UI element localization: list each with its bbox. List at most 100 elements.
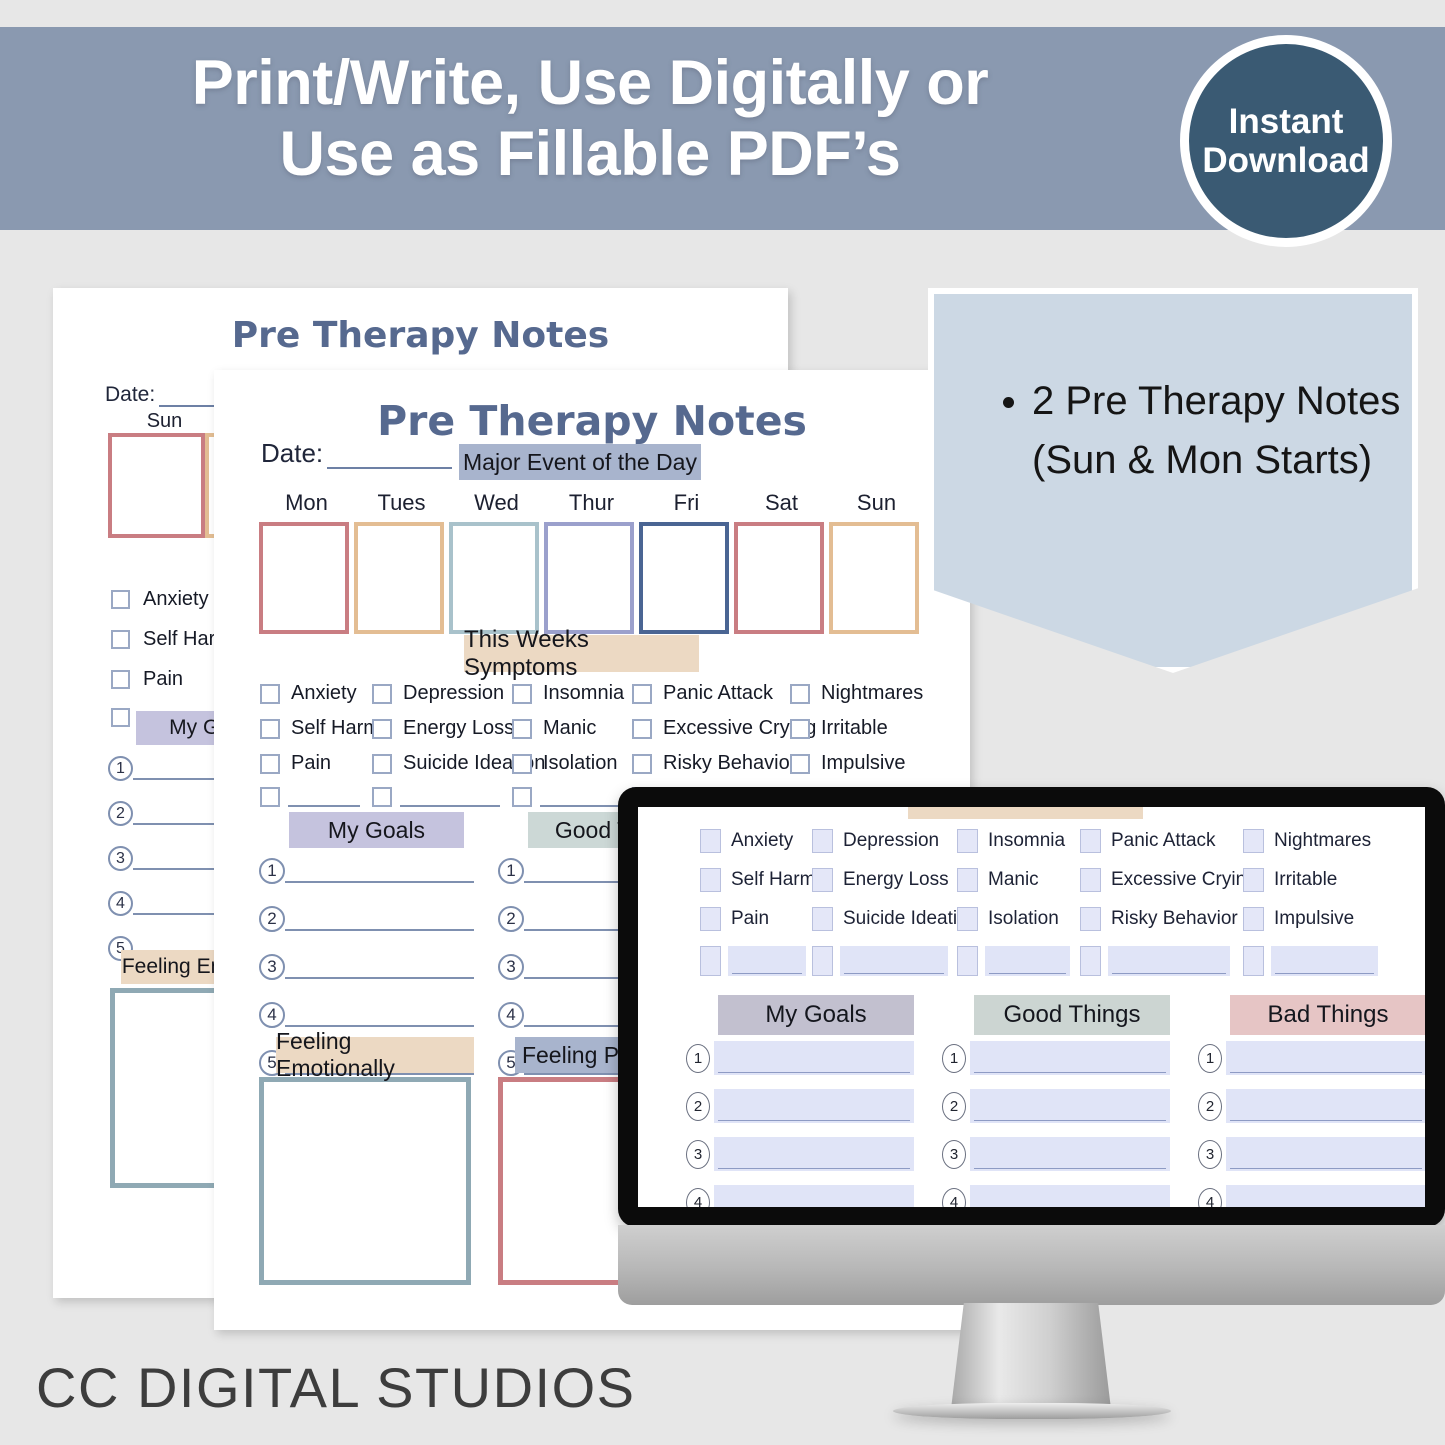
checkbox-row-write-in[interactable] [260,787,372,807]
checkbox-row[interactable]: Impulsive [1243,907,1393,931]
checkbox[interactable] [1243,907,1264,931]
checkbox[interactable] [812,907,833,931]
checkbox[interactable] [512,683,532,704]
checkbox[interactable] [260,787,280,807]
checkbox[interactable] [1080,829,1101,853]
checkbox[interactable] [812,946,833,976]
list-input-field[interactable] [714,1041,914,1075]
checkbox-row-write-in[interactable] [372,787,512,807]
checkbox[interactable] [1243,946,1264,976]
checkbox-row[interactable]: Anxiety [700,829,812,853]
checkbox-row-write-in[interactable] [812,946,957,976]
checkbox-row[interactable]: Anxiety [260,682,372,705]
day-box-wed[interactable] [449,522,539,634]
checkbox-row[interactable]: Excessive Crying [632,717,816,740]
checkbox[interactable] [512,787,532,807]
list-input-line[interactable] [285,859,474,883]
checkbox[interactable] [957,907,978,931]
checkbox-row[interactable]: Manic [512,717,632,740]
list-input-field[interactable] [970,1185,1170,1207]
list-input-field[interactable] [1226,1185,1425,1207]
list-item[interactable]: 3 [686,1137,914,1171]
list-item[interactable]: 4 [686,1185,914,1207]
day-box-sun[interactable] [829,522,919,634]
checkbox-row-write-in[interactable] [1080,946,1243,976]
list-input-field[interactable] [714,1185,914,1207]
list-input-field[interactable] [970,1041,1170,1075]
list-input-line[interactable] [285,955,474,979]
checkbox[interactable] [1243,829,1264,853]
write-in-field[interactable] [728,946,806,976]
checkbox[interactable] [1080,907,1101,931]
checkbox[interactable] [632,753,652,774]
checkbox-row[interactable]: Pain [700,907,812,931]
checkbox[interactable] [790,683,810,704]
list-item[interactable]: 2 [259,906,474,932]
checkbox-row[interactable]: Risky Behavior [632,752,796,775]
list-input-field[interactable] [714,1089,914,1123]
list-item[interactable]: 4 [1198,1185,1425,1207]
list-input-field[interactable] [970,1137,1170,1171]
list-item[interactable]: 3 [1198,1137,1425,1171]
list-item[interactable]: 2 [942,1089,1170,1123]
checkbox[interactable] [1080,946,1101,976]
checkbox-row[interactable]: Isolation [957,907,1080,931]
list-input-field[interactable] [970,1089,1170,1123]
checkbox[interactable] [812,868,833,892]
checkbox-row[interactable]: Nightmares [1243,829,1393,853]
checkbox[interactable] [812,829,833,853]
checkbox[interactable] [111,590,130,609]
feeling-emotionally-box[interactable] [259,1077,471,1285]
day-box-sun[interactable] [108,433,205,538]
day-box-sat[interactable] [734,522,824,634]
list-input-field[interactable] [1226,1089,1425,1123]
checkbox[interactable] [957,868,978,892]
day-box-mon[interactable] [259,522,349,634]
checkbox-row[interactable]: Panic Attack [632,682,790,705]
list-input-field[interactable] [1226,1041,1425,1075]
checkbox-row[interactable]: Insomnia [957,829,1080,853]
checkbox-row[interactable]: Panic Attack [1080,829,1243,853]
checkbox-row[interactable]: Irritable [1243,868,1393,892]
checkbox-row[interactable]: Suicide Ideation [372,752,545,775]
checkbox-row[interactable]: Self Harm [700,868,815,892]
list-input-line[interactable] [285,907,474,931]
checkbox-row[interactable]: Self Harm [260,717,380,740]
checkbox-row[interactable]: Depression [372,682,512,705]
checkbox-row[interactable]: Excessive Crying [1080,868,1257,892]
checkbox-row[interactable]: Suicide Ideation [812,907,978,931]
checkbox-row[interactable]: Energy Loss [812,868,957,892]
checkbox[interactable] [260,718,280,739]
checkbox[interactable] [260,753,280,774]
checkbox[interactable] [1080,868,1101,892]
list-item[interactable]: 3 [259,954,474,980]
checkbox[interactable] [372,787,392,807]
checkbox-row[interactable]: Pain [260,752,372,775]
date-input-line[interactable] [327,445,453,469]
list-item[interactable]: 1 [259,858,474,884]
checkbox[interactable] [632,718,652,739]
write-in-field[interactable] [840,946,948,976]
list-input-field[interactable] [1226,1137,1425,1171]
write-in-line[interactable] [288,787,360,807]
checkbox[interactable] [1243,868,1264,892]
list-item[interactable]: 1 [686,1041,914,1075]
checkbox-row[interactable]: Risky Behavior [1080,907,1243,931]
list-input-line[interactable] [285,1003,474,1027]
checkbox-row[interactable]: Isolation [512,752,632,775]
checkbox[interactable] [512,753,532,774]
checkbox[interactable] [111,630,130,649]
write-in-line[interactable] [400,787,500,807]
checkbox[interactable] [260,683,280,704]
checkbox-row[interactable]: Energy Loss [372,717,514,740]
checkbox-row-write-in[interactable] [957,946,1080,976]
checkbox[interactable] [700,946,721,976]
checkbox[interactable] [700,907,721,931]
list-item[interactable]: 1 [1198,1041,1425,1075]
checkbox-row[interactable]: Insomnia [512,682,632,705]
list-item[interactable]: 4 [259,1002,474,1028]
day-box-tues[interactable] [354,522,444,634]
checkbox-row-write-in[interactable] [700,946,812,976]
checkbox-row[interactable]: Irritable [790,717,930,740]
checkbox[interactable] [790,753,810,774]
